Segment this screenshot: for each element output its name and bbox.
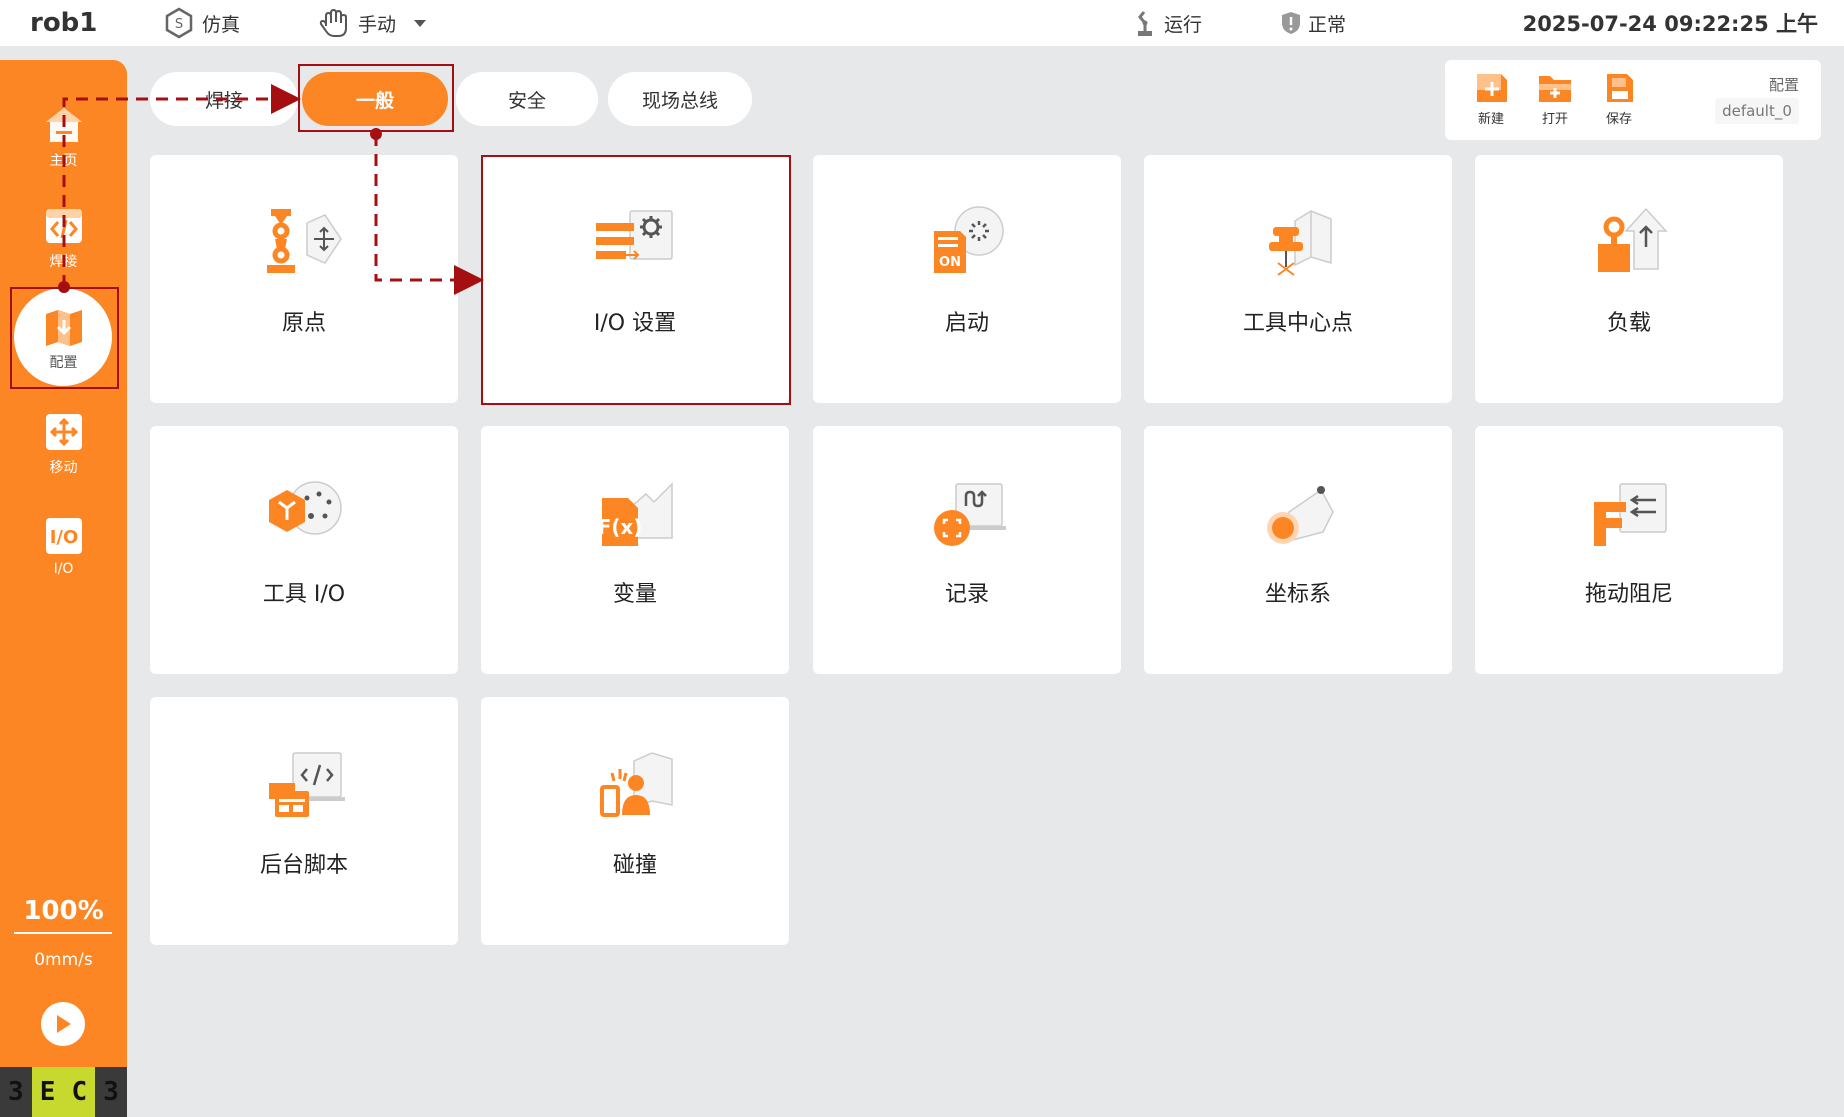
sidebar-item-move[interactable]: 移动 — [0, 403, 127, 493]
card-startup[interactable]: ON 启动 — [813, 155, 1121, 403]
home-position-icon — [267, 209, 342, 273]
card-io-settings[interactable]: I/O 设置 — [481, 155, 789, 403]
card-records[interactable]: 记录 — [813, 426, 1121, 674]
config-name-field[interactable]: default_0 — [1715, 98, 1799, 124]
collision-icon — [600, 752, 673, 817]
card-collision[interactable]: 碰撞 — [481, 697, 789, 945]
background-script-icon — [269, 752, 345, 817]
config-map-icon — [45, 310, 82, 346]
card-label: 拖动阻尼 — [1584, 582, 1673, 607]
save-config-label: 保存 — [1605, 112, 1632, 127]
records-icon — [934, 483, 1006, 546]
logo-char: 3 — [0, 1067, 32, 1117]
sidebar-item-label: 配置 — [49, 355, 78, 371]
logo-char: E — [31, 1067, 64, 1117]
new-config-label: 新建 — [1477, 112, 1504, 127]
card-payload[interactable]: 负载 — [1475, 155, 1783, 403]
tab-safety[interactable]: 安全 — [456, 72, 598, 126]
card-label: 负载 — [1606, 311, 1651, 336]
save-config-button[interactable]: 保存 — [1591, 70, 1647, 127]
robot-name: rob1 — [30, 8, 98, 38]
svg-text:S: S — [175, 17, 183, 32]
card-label: I/O 设置 — [593, 311, 677, 336]
play-icon — [57, 1015, 71, 1033]
card-label: 后台脚本 — [259, 853, 348, 878]
card-home-position[interactable]: 原点 — [150, 155, 458, 403]
speed-value: 0mm/s — [34, 950, 93, 970]
move-icon — [45, 414, 82, 450]
card-label: 变量 — [612, 582, 657, 607]
card-tool-io[interactable]: 工具 I/O — [150, 426, 458, 674]
open-config-button[interactable]: 打开 — [1527, 70, 1583, 127]
speed-divider — [14, 932, 112, 934]
sidebar-item-io[interactable]: I/O I/O — [0, 507, 127, 597]
top-bar: rob1 S 仿真 手动 运行 正常 2025-07-24 09:22:25 上… — [0, 0, 1844, 46]
sidebar-item-config[interactable]: 配置 — [0, 288, 127, 386]
run-status-label: 运行 — [1164, 13, 1203, 36]
svg-text:I/O: I/O — [49, 527, 78, 548]
sidebar-item-label: 主页 — [49, 153, 78, 169]
tab-welding[interactable]: 焊接 — [150, 72, 298, 126]
arrow-start-dot — [370, 128, 382, 140]
card-label: 碰撞 — [612, 853, 657, 878]
svg-text:F(x): F(x) — [598, 515, 643, 539]
tool-io-icon — [269, 481, 342, 535]
mode-label: 手动 — [358, 13, 397, 36]
payload-icon — [1598, 207, 1668, 272]
config-label: 配置 — [1768, 76, 1799, 94]
io-icon: I/O — [45, 518, 82, 554]
speed-percentage[interactable]: 100% — [0, 896, 127, 926]
sidebar-item-label: 移动 — [49, 460, 78, 476]
mode-dropdown[interactable]: 手动 — [318, 0, 430, 46]
robot-arm-icon — [1138, 11, 1152, 36]
play-button[interactable] — [41, 1002, 85, 1046]
io-settings-icon — [596, 210, 673, 260]
health-status: 正常 — [1280, 0, 1346, 46]
startup-icon: ON — [934, 206, 1004, 273]
card-label: 启动 — [944, 311, 989, 336]
shield-icon — [1282, 12, 1300, 34]
tab-general[interactable]: 一般 — [302, 72, 448, 126]
simulation-label: 仿真 — [202, 13, 241, 36]
new-config-button[interactable]: 新建 — [1463, 70, 1519, 127]
chevron-down-icon — [414, 20, 427, 27]
home-icon — [45, 108, 82, 142]
simulation-toggle[interactable]: S 仿真 — [162, 0, 240, 46]
sidebar-item-home[interactable]: 主页 — [0, 96, 127, 186]
hand-icon — [319, 8, 347, 37]
sidebar-item-label: I/O — [53, 561, 74, 577]
logo-char: 3 — [95, 1067, 127, 1117]
card-tool-center-point[interactable]: 工具中心点 — [1144, 155, 1452, 403]
svg-text:ON: ON — [939, 255, 961, 270]
card-label: 工具中心点 — [1242, 311, 1353, 336]
card-label: 原点 — [281, 311, 326, 336]
variables-icon: F(x) — [598, 482, 673, 546]
save-icon — [1607, 74, 1633, 102]
tab-fieldbus[interactable]: 现场总线 — [608, 72, 752, 126]
run-status: 运行 — [1132, 0, 1202, 46]
simulation-icon: S — [165, 7, 193, 39]
card-label: 记录 — [944, 582, 989, 607]
datetime: 2025-07-24 09:22:25 上午 — [1522, 12, 1818, 36]
card-label: 工具 I/O — [262, 582, 346, 607]
card-background-script[interactable]: 后台脚本 — [150, 697, 458, 945]
coordinate-system-icon — [1267, 486, 1334, 544]
code-icon — [45, 209, 82, 243]
card-drag-damping[interactable]: 拖动阻尼 — [1475, 426, 1783, 674]
health-status-label: 正常 — [1308, 13, 1347, 36]
card-label: 坐标系 — [1264, 582, 1331, 607]
sidebar-item-label: 焊接 — [49, 254, 78, 270]
brand-logo: 3 E C 3 — [0, 1067, 127, 1117]
drag-damping-icon — [1594, 483, 1667, 546]
sidebar-item-welding[interactable]: 焊接 — [0, 197, 127, 287]
open-config-label: 打开 — [1541, 112, 1568, 127]
card-variables[interactable]: F(x) 变量 — [481, 426, 789, 674]
logo-char: C — [63, 1067, 96, 1117]
tcp-icon — [1269, 210, 1332, 276]
card-coordinate-system[interactable]: 坐标系 — [1144, 426, 1452, 674]
config-file-panel: 新建 打开 保存 配置 default_0 — [1445, 60, 1821, 140]
sidebar: 主页 焊接 配置 移动 I/O I/O 100% 0mm/s 3 E C 3 — [0, 60, 127, 1117]
new-file-icon — [1477, 74, 1507, 102]
folder-icon — [1539, 76, 1571, 102]
